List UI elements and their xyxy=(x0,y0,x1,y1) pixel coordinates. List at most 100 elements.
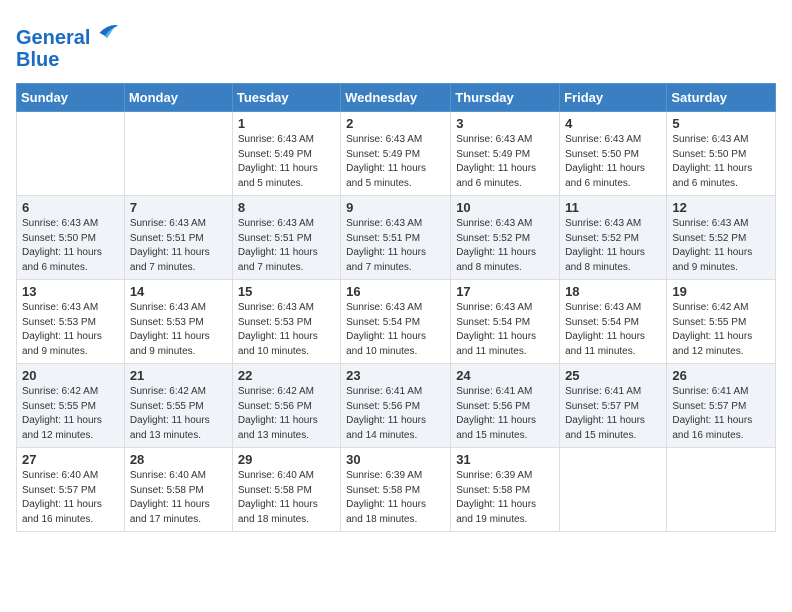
day-number: 11 xyxy=(565,200,661,215)
day-info: Sunrise: 6:39 AM Sunset: 5:58 PM Dayligh… xyxy=(346,469,445,527)
day-info: Sunrise: 6:43 AM Sunset: 5:52 PM Dayligh… xyxy=(672,217,770,275)
calendar-cell xyxy=(17,112,125,196)
calendar-cell: 14Sunrise: 6:43 AM Sunset: 5:53 PM Dayli… xyxy=(124,280,232,364)
day-number: 28 xyxy=(130,452,227,467)
day-info: Sunrise: 6:43 AM Sunset: 5:51 PM Dayligh… xyxy=(238,217,335,275)
day-number: 1 xyxy=(238,116,335,131)
day-number: 15 xyxy=(238,284,335,299)
calendar-cell: 29 Sunrise: 6:40 AM Sunset: 5:58 PM Dayli… xyxy=(232,448,340,532)
day-info: Sunrise: 6:43 AM Sunset: 5:51 PM Dayligh… xyxy=(346,217,445,275)
calendar-week-row: 6 Sunrise: 6:43 AM Sunset: 5:50 PM Daylig… xyxy=(17,196,776,280)
day-number: 14 xyxy=(130,284,227,299)
calendar-cell: 1 Sunrise: 6:43 AM Sunset: 5:49 PM Daylig… xyxy=(232,112,340,196)
calendar-week-row: 1 Sunrise: 6:43 AM Sunset: 5:49 PM Daylig… xyxy=(17,112,776,196)
calendar-cell: 28 Sunrise: 6:40 AM Sunset: 5:58 PM Dayli… xyxy=(124,448,232,532)
calendar-cell: 2 Sunrise: 6:43 AM Sunset: 5:49 PM Daylig… xyxy=(341,112,451,196)
day-info: Sunrise: 6:43 AM Sunset: 5:52 PM Dayligh… xyxy=(565,217,661,275)
day-info: Sunrise: 6:40 AM Sunset: 5:57 PM Dayligh… xyxy=(22,469,119,527)
col-header-monday: Monday xyxy=(124,84,232,112)
calendar-cell: 10 Sunrise: 6:43 AM Sunset: 5:52 PM Dayli… xyxy=(451,196,560,280)
calendar-cell: 27 Sunrise: 6:40 AM Sunset: 5:57 PM Dayli… xyxy=(17,448,125,532)
calendar-cell: 23Sunrise: 6:41 AM Sunset: 5:56 PM Dayli… xyxy=(341,364,451,448)
calendar-cell: 7 Sunrise: 6:43 AM Sunset: 5:51 PM Daylig… xyxy=(124,196,232,280)
day-number: 9 xyxy=(346,200,445,215)
calendar-cell: 30 Sunrise: 6:39 AM Sunset: 5:58 PM Dayli… xyxy=(341,448,451,532)
calendar-cell: 21 Sunrise: 6:42 AM Sunset: 5:55 PM Dayli… xyxy=(124,364,232,448)
day-number: 20 xyxy=(22,368,119,383)
day-info: Sunrise: 6:43 AM Sunset: 5:52 PM Dayligh… xyxy=(456,217,554,275)
day-number: 24 xyxy=(456,368,554,383)
day-number: 22 xyxy=(238,368,335,383)
day-info: Sunrise: 6:42 AM Sunset: 5:56 PM Dayligh… xyxy=(238,385,335,443)
calendar-cell: 4 Sunrise: 6:43 AM Sunset: 5:50 PM Daylig… xyxy=(560,112,667,196)
day-info: Sunrise: 6:43 AM Sunset: 5:49 PM Dayligh… xyxy=(456,133,554,191)
calendar-cell xyxy=(124,112,232,196)
calendar-cell: 11 Sunrise: 6:43 AM Sunset: 5:52 PM Dayli… xyxy=(560,196,667,280)
day-info: Sunrise: 6:43 AM Sunset: 5:53 PM Dayligh… xyxy=(22,301,119,359)
day-info: Sunrise: 6:41 AM Sunset: 5:56 PM Dayligh… xyxy=(456,385,554,443)
logo-bird-icon xyxy=(92,16,120,44)
day-info: Sunrise: 6:43 AM Sunset: 5:54 PM Dayligh… xyxy=(565,301,661,359)
calendar-week-row: 13 Sunrise: 6:43 AM Sunset: 5:53 PM Dayli… xyxy=(17,280,776,364)
col-header-friday: Friday xyxy=(560,84,667,112)
day-info: Sunrise: 6:43 AM Sunset: 5:50 PM Dayligh… xyxy=(22,217,119,275)
day-number: 10 xyxy=(456,200,554,215)
day-info: Sunrise: 6:42 AM Sunset: 5:55 PM Dayligh… xyxy=(130,385,227,443)
day-info: Sunrise: 6:41 AM Sunset: 5:57 PM Dayligh… xyxy=(672,385,770,443)
col-header-thursday: Thursday xyxy=(451,84,560,112)
day-info: Sunrise: 6:42 AM Sunset: 5:55 PM Dayligh… xyxy=(22,385,119,443)
day-number: 4 xyxy=(565,116,661,131)
day-number: 18 xyxy=(565,284,661,299)
day-number: 29 xyxy=(238,452,335,467)
calendar-week-row: 27 Sunrise: 6:40 AM Sunset: 5:57 PM Dayli… xyxy=(17,448,776,532)
day-number: 31 xyxy=(456,452,554,467)
calendar-cell: 17 Sunrise: 6:43 AM Sunset: 5:54 PM Dayli… xyxy=(451,280,560,364)
calendar-cell: 16Sunrise: 6:43 AM Sunset: 5:54 PM Dayli… xyxy=(341,280,451,364)
day-number: 17 xyxy=(456,284,554,299)
col-header-saturday: Saturday xyxy=(667,84,776,112)
calendar-cell: 15 Sunrise: 6:43 AM Sunset: 5:53 PM Dayli… xyxy=(232,280,340,364)
day-info: Sunrise: 6:43 AM Sunset: 5:53 PM Dayligh… xyxy=(238,301,335,359)
day-number: 12 xyxy=(672,200,770,215)
calendar-cell: 26Sunrise: 6:41 AM Sunset: 5:57 PM Dayli… xyxy=(667,364,776,448)
logo: General Blue xyxy=(16,16,120,71)
day-info: Sunrise: 6:43 AM Sunset: 5:51 PM Dayligh… xyxy=(130,217,227,275)
day-number: 5 xyxy=(672,116,770,131)
calendar-cell: 13 Sunrise: 6:43 AM Sunset: 5:53 PM Dayli… xyxy=(17,280,125,364)
day-number: 2 xyxy=(346,116,445,131)
calendar-cell xyxy=(560,448,667,532)
day-info: Sunrise: 6:43 AM Sunset: 5:54 PM Dayligh… xyxy=(456,301,554,359)
day-info: Sunrise: 6:41 AM Sunset: 5:56 PM Dayligh… xyxy=(346,385,445,443)
calendar-cell: 9 Sunrise: 6:43 AM Sunset: 5:51 PM Daylig… xyxy=(341,196,451,280)
day-number: 3 xyxy=(456,116,554,131)
day-info: Sunrise: 6:43 AM Sunset: 5:49 PM Dayligh… xyxy=(238,133,335,191)
calendar-cell: 22 Sunrise: 6:42 AM Sunset: 5:56 PM Dayli… xyxy=(232,364,340,448)
day-number: 21 xyxy=(130,368,227,383)
day-info: Sunrise: 6:43 AM Sunset: 5:50 PM Dayligh… xyxy=(565,133,661,191)
day-info: Sunrise: 6:40 AM Sunset: 5:58 PM Dayligh… xyxy=(130,469,227,527)
calendar-cell: 19Sunrise: 6:42 AM Sunset: 5:55 PM Dayli… xyxy=(667,280,776,364)
day-number: 13 xyxy=(22,284,119,299)
page-header: General Blue xyxy=(16,16,776,71)
day-info: Sunrise: 6:43 AM Sunset: 5:49 PM Dayligh… xyxy=(346,133,445,191)
calendar-cell: 24 Sunrise: 6:41 AM Sunset: 5:56 PM Dayli… xyxy=(451,364,560,448)
calendar-week-row: 20 Sunrise: 6:42 AM Sunset: 5:55 PM Dayli… xyxy=(17,364,776,448)
day-number: 27 xyxy=(22,452,119,467)
calendar-cell: 31Sunrise: 6:39 AM Sunset: 5:58 PM Dayli… xyxy=(451,448,560,532)
day-info: Sunrise: 6:42 AM Sunset: 5:55 PM Dayligh… xyxy=(672,301,770,359)
calendar-cell: 25Sunrise: 6:41 AM Sunset: 5:57 PM Dayli… xyxy=(560,364,667,448)
day-number: 8 xyxy=(238,200,335,215)
day-number: 6 xyxy=(22,200,119,215)
day-number: 7 xyxy=(130,200,227,215)
day-number: 25 xyxy=(565,368,661,383)
calendar-cell: 8 Sunrise: 6:43 AM Sunset: 5:51 PM Daylig… xyxy=(232,196,340,280)
day-info: Sunrise: 6:40 AM Sunset: 5:58 PM Dayligh… xyxy=(238,469,335,527)
calendar-header-row: SundayMondayTuesdayWednesdayThursdayFrid… xyxy=(17,84,776,112)
day-number: 30 xyxy=(346,452,445,467)
logo-general: General xyxy=(16,27,90,49)
col-header-sunday: Sunday xyxy=(17,84,125,112)
day-info: Sunrise: 6:43 AM Sunset: 5:50 PM Dayligh… xyxy=(672,133,770,191)
col-header-wednesday: Wednesday xyxy=(341,84,451,112)
calendar-cell: 20 Sunrise: 6:42 AM Sunset: 5:55 PM Dayli… xyxy=(17,364,125,448)
calendar-cell: 12 Sunrise: 6:43 AM Sunset: 5:52 PM Dayli… xyxy=(667,196,776,280)
